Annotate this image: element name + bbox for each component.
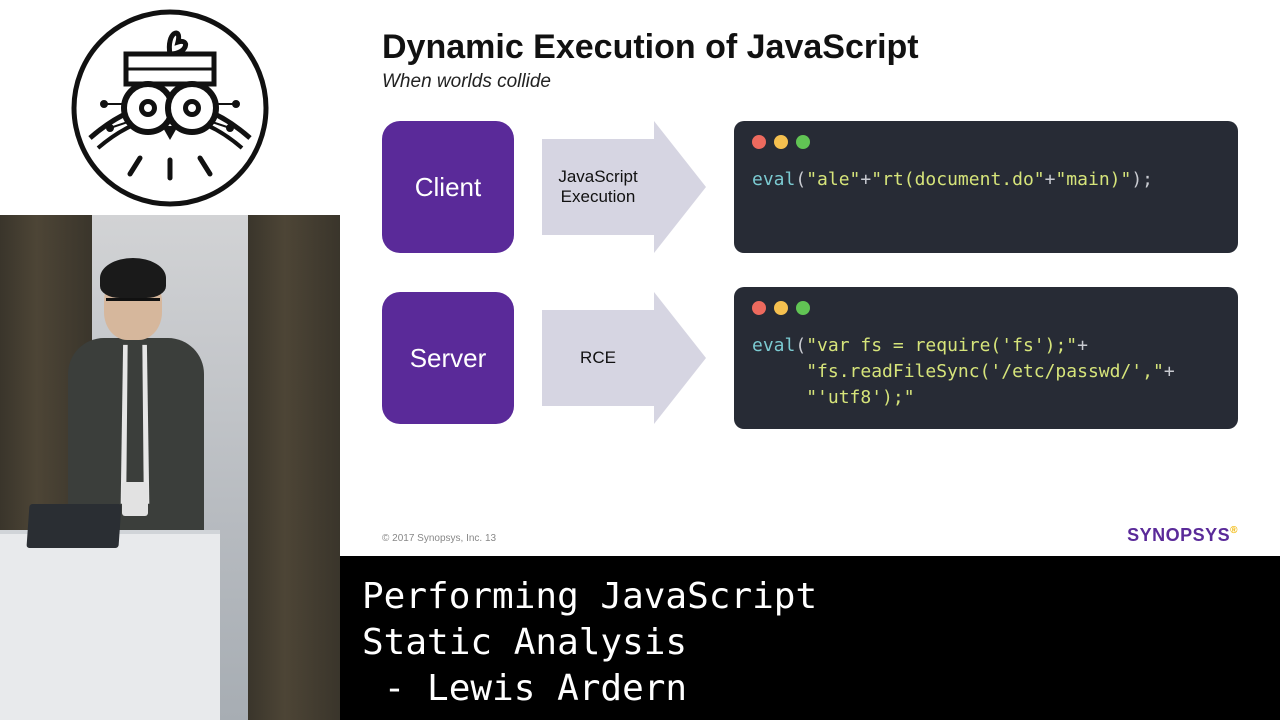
- dot-yellow-icon: [774, 135, 788, 149]
- owl-circuit-logo-icon: [65, 8, 275, 208]
- slide-subtitle: When worlds collide: [382, 71, 1238, 93]
- brand-logo: SYNOPSYS®: [1127, 525, 1238, 546]
- window-dots: [752, 301, 1220, 315]
- video-frame: Dynamic Execution of JavaScript When wor…: [0, 0, 1280, 720]
- laptop: [26, 504, 121, 548]
- arrow-server: RCE: [542, 292, 706, 424]
- brand-text: SYNOPSYS: [1127, 525, 1230, 545]
- brand-mark: ®: [1230, 525, 1238, 536]
- code-client: eval("ale"+"rt(document.do"+"main)");: [752, 167, 1220, 193]
- slide-row-client: Client JavaScript Execution eval("ale"+"…: [382, 121, 1238, 253]
- video-caption: Performing JavaScript Static Analysis - …: [340, 556, 1280, 720]
- code-server: eval("var fs = require('fs');"+ "fs.read…: [752, 333, 1220, 411]
- dot-red-icon: [752, 301, 766, 315]
- curtain-right: [248, 215, 340, 720]
- arrow-client-line1: JavaScript: [558, 167, 637, 187]
- arrow-server-line1: RCE: [580, 348, 616, 368]
- arrow-client-line2: Execution: [561, 187, 636, 207]
- code-block-server: eval("var fs = require('fs');"+ "fs.read…: [734, 287, 1238, 429]
- dot-green-icon: [796, 301, 810, 315]
- slide-title: Dynamic Execution of JavaScript: [382, 28, 1238, 67]
- tag-client: Client: [382, 121, 514, 253]
- tag-server: Server: [382, 292, 514, 424]
- podium: [0, 530, 220, 720]
- dot-red-icon: [752, 135, 766, 149]
- code-block-client: eval("ale"+"rt(document.do"+"main)");: [734, 121, 1238, 253]
- speaker-camera-panel: [0, 215, 340, 720]
- dot-green-icon: [796, 135, 810, 149]
- slide-row-server: Server RCE eval("var fs = require('fs');…: [382, 287, 1238, 429]
- presentation-slide: Dynamic Execution of JavaScript When wor…: [340, 0, 1280, 556]
- window-dots: [752, 135, 1220, 149]
- dot-yellow-icon: [774, 301, 788, 315]
- conference-logo-panel: [0, 0, 340, 215]
- arrow-client: JavaScript Execution: [542, 121, 706, 253]
- slide-footer: © 2017 Synopsys, Inc. 13: [382, 533, 496, 544]
